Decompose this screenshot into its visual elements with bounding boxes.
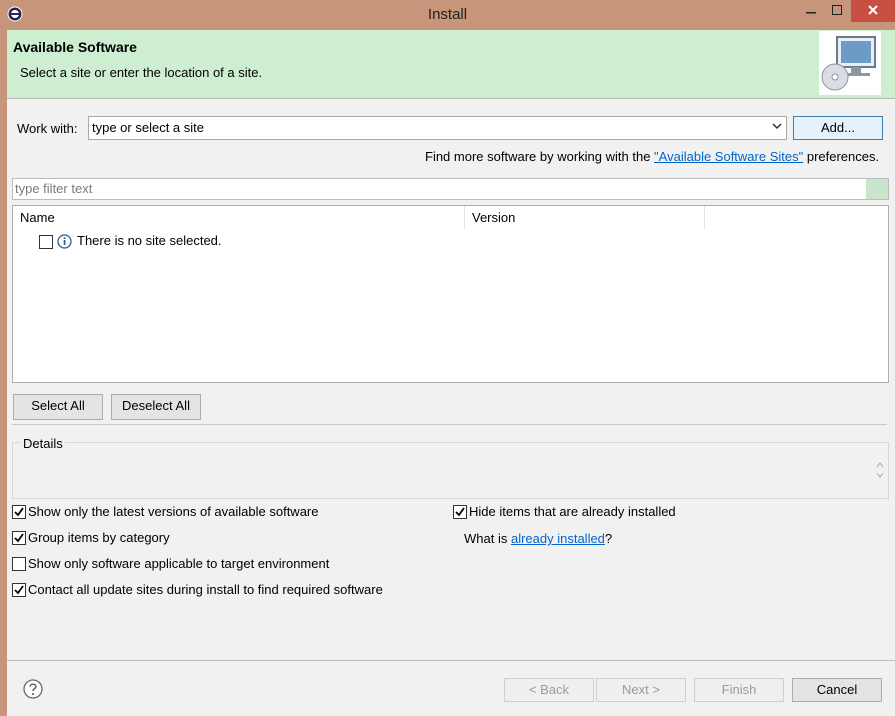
option-label: Contact all update sites during install …: [28, 582, 383, 597]
empty-tree-message: There is no site selected.: [77, 233, 222, 248]
already-installed-link[interactable]: already installed: [511, 531, 605, 546]
column-header-version[interactable]: Version: [465, 206, 705, 230]
install-banner-image: [819, 31, 881, 95]
window-title: Install: [427, 6, 468, 23]
checkbox-hide-installed[interactable]: [453, 505, 467, 519]
deselect-all-button[interactable]: Deselect All: [111, 394, 201, 420]
close-icon: [868, 5, 878, 15]
available-software-sites-link[interactable]: "Available Software Sites": [654, 149, 803, 164]
already-installed-prefix: What is: [464, 531, 511, 546]
already-installed-suffix: ?: [604, 531, 613, 546]
cancel-button[interactable]: Cancel: [792, 678, 882, 702]
checkmark-icon: [14, 507, 24, 517]
details-label: Details: [21, 436, 65, 451]
select-all-button[interactable]: Select All: [13, 394, 103, 420]
finish-button[interactable]: Finish: [694, 678, 784, 702]
more-software-suffix: preferences.: [803, 149, 880, 164]
filter-input[interactable]: type filter text: [12, 178, 889, 200]
more-software-prefix: Find more software by working with the: [425, 149, 655, 164]
help-icon[interactable]: [23, 679, 43, 699]
details-area[interactable]: [12, 442, 889, 499]
chevron-down-icon[interactable]: [772, 121, 782, 131]
checkbox-group-by-category[interactable]: [12, 531, 26, 545]
work-with-combo[interactable]: type or select a site: [88, 116, 787, 140]
software-tree[interactable]: Name Version There is no site selected.: [12, 205, 889, 383]
checkbox-contact-update-sites[interactable]: [12, 583, 26, 597]
dialog-header: Available Software Select a site or ente…: [7, 30, 895, 99]
dialog-body: Available Software Select a site or ente…: [7, 30, 895, 716]
back-button[interactable]: < Back: [504, 678, 594, 702]
maximize-icon: [832, 5, 842, 15]
row-checkbox[interactable]: [39, 235, 53, 249]
maximize-button[interactable]: [826, 0, 848, 22]
option-label: Show only the latest versions of availab…: [28, 504, 319, 519]
already-installed-hint: What is already installed?: [464, 531, 612, 546]
column-header-name[interactable]: Name: [13, 206, 465, 230]
title-bar[interactable]: Install: [0, 0, 895, 30]
option-label: Hide items that are already installed: [469, 504, 676, 519]
checkmark-icon: [455, 507, 465, 517]
minimize-button[interactable]: [796, 0, 826, 22]
filter-placeholder: type filter text: [15, 181, 93, 196]
monitor-cd-icon: [821, 36, 876, 91]
checkmark-icon: [14, 533, 24, 543]
page-subtitle: Select a site or enter the location of a…: [20, 65, 263, 80]
option-label: Show only software applicable to target …: [28, 556, 330, 571]
info-icon: [57, 234, 72, 249]
page-title: Available Software: [13, 39, 137, 55]
close-button[interactable]: [851, 0, 895, 22]
clear-filter-icon[interactable]: [866, 179, 888, 199]
work-with-combo-text: type or select a site: [92, 120, 204, 135]
install-window: Install Available Software Select a site…: [0, 0, 895, 716]
footer-separator: [7, 660, 895, 661]
scroll-arrows-icon[interactable]: [876, 461, 884, 479]
add-site-button[interactable]: Add...: [793, 116, 883, 140]
more-software-hint: Find more software by working with the "…: [425, 149, 879, 164]
checkmark-icon: [14, 585, 24, 595]
separator: [12, 424, 887, 425]
work-with-label: Work with:: [17, 121, 78, 136]
checkbox-latest-versions[interactable]: [12, 505, 26, 519]
next-button[interactable]: Next >: [596, 678, 686, 702]
checkbox-target-environment[interactable]: [12, 557, 26, 571]
minimize-icon: [806, 12, 816, 14]
option-label: Group items by category: [28, 530, 170, 545]
